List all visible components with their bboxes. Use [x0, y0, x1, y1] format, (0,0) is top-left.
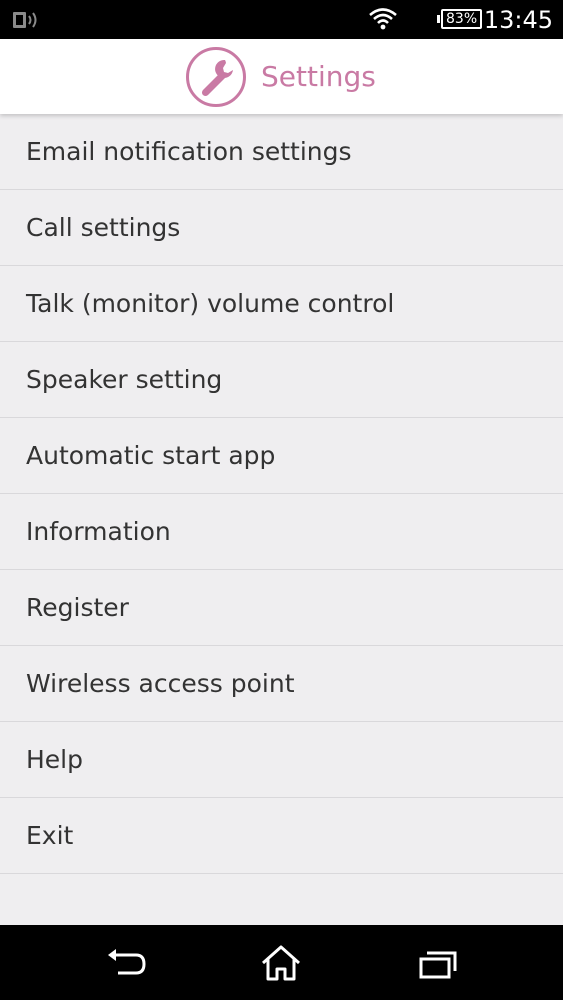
- battery-icon: [437, 15, 440, 23]
- menu-item-speaker-setting[interactable]: Speaker setting: [0, 342, 563, 418]
- menu-item-call-settings[interactable]: Call settings: [0, 190, 563, 266]
- menu-item-wireless-access-point[interactable]: Wireless access point: [0, 646, 563, 722]
- menu-item-talk-volume-control[interactable]: Talk (monitor) volume control: [0, 266, 563, 342]
- wrench-icon: [186, 47, 246, 107]
- navigation-bar: [0, 925, 563, 1000]
- home-icon[interactable]: [259, 943, 303, 983]
- settings-menu: Email notification settings Call setting…: [0, 114, 563, 874]
- status-bar: 83% 13:45: [0, 0, 563, 39]
- menu-item-exit[interactable]: Exit: [0, 798, 563, 874]
- menu-item-automatic-start-app[interactable]: Automatic start app: [0, 418, 563, 494]
- menu-item-email-notification-settings[interactable]: Email notification settings: [0, 114, 563, 190]
- back-icon[interactable]: [104, 943, 148, 983]
- battery-indicator: 83%: [437, 9, 483, 29]
- menu-item-information[interactable]: Information: [0, 494, 563, 570]
- menu-item-register[interactable]: Register: [0, 570, 563, 646]
- status-time: 13:45: [483, 6, 553, 34]
- recent-apps-icon[interactable]: [416, 943, 460, 983]
- nfc-vibrate-icon: [13, 12, 37, 28]
- page-title: Settings: [261, 60, 376, 93]
- app-header: Settings: [0, 39, 563, 114]
- battery-level: 83%: [441, 9, 483, 29]
- menu-item-help[interactable]: Help: [0, 722, 563, 798]
- wifi-icon: [369, 8, 397, 30]
